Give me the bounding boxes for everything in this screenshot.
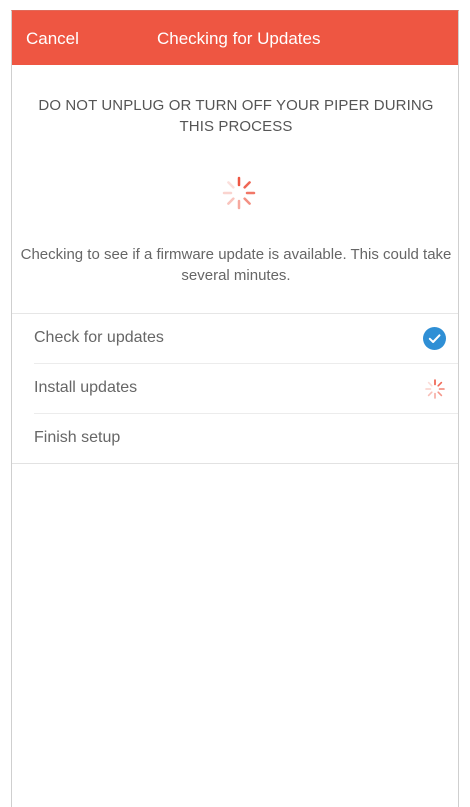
step-label: Check for updates bbox=[34, 329, 164, 346]
navigation-header: Cancel Checking for Updates bbox=[12, 11, 458, 65]
step-label: Finish setup bbox=[34, 429, 121, 446]
status-description: Checking to see if a firmware update is … bbox=[20, 246, 452, 284]
warning-message: DO NOT UNPLUG OR TURN OFF YOUR PIPER DUR… bbox=[38, 97, 434, 135]
step-install-updates: Install updates bbox=[34, 364, 458, 414]
check-circle-icon bbox=[423, 327, 446, 350]
step-check-updates: Check for updates bbox=[34, 314, 458, 364]
cancel-button[interactable]: Cancel bbox=[26, 29, 79, 49]
page-title: Checking for Updates bbox=[157, 29, 321, 48]
steps-list: Check for updates Install updates Finish… bbox=[12, 313, 458, 464]
step-finish-setup: Finish setup bbox=[12, 414, 458, 464]
app-frame: Cancel Checking for Updates DO NOT UNPLU… bbox=[11, 10, 459, 807]
step-label: Install updates bbox=[34, 379, 138, 396]
screen: Cancel Checking for Updates DO NOT UNPLU… bbox=[0, 0, 470, 807]
loading-spinner-icon bbox=[425, 379, 445, 399]
loading-spinner-icon bbox=[222, 176, 256, 210]
